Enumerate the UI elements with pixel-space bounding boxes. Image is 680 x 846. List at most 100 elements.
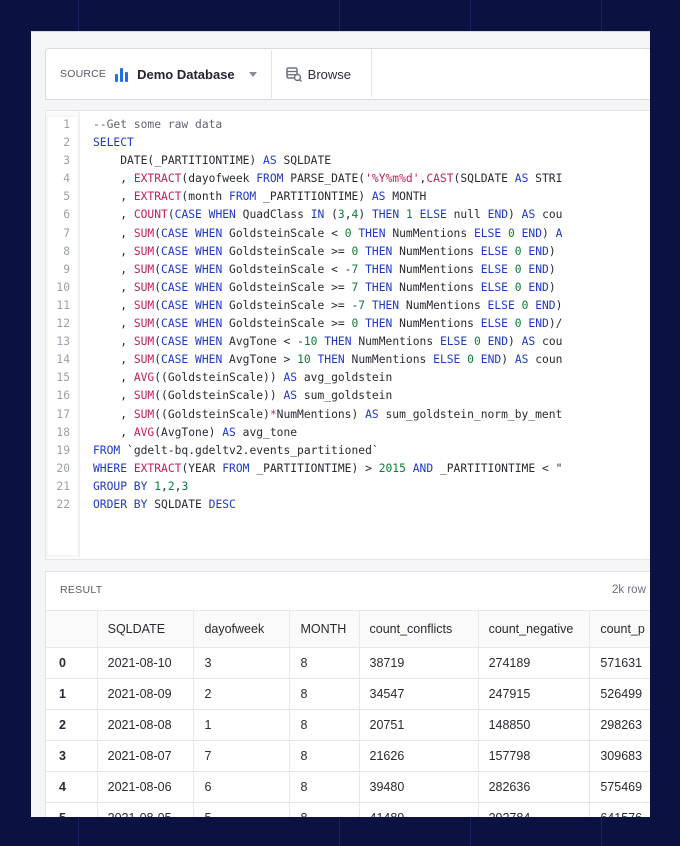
table-cell: 2021-08-05	[97, 802, 195, 817]
code-line[interactable]: 18 , AVG(AvgTone) AS avg_tone	[46, 424, 562, 442]
column-header[interactable]: count_p	[589, 611, 650, 648]
code-line[interactable]: 11 , SUM(CASE WHEN GoldsteinScale >= -7 …	[46, 297, 562, 315]
code-token: SUM	[133, 280, 155, 294]
table-row[interactable]: 52021-08-055841489292784641576	[46, 802, 650, 817]
table-cell: 20751	[359, 709, 479, 741]
code-token: ELSE	[439, 335, 468, 349]
code-line[interactable]: 14 , SUM(CASE WHEN AvgTone > 10 THEN Num…	[46, 351, 562, 369]
table-cell: 157798	[478, 740, 591, 772]
code-token: AS	[521, 208, 536, 222]
code-token: SQLDATE	[276, 154, 332, 168]
line-number: 11	[56, 298, 70, 312]
code-token: DATE(_PARTITIONTIME)	[93, 154, 264, 168]
code-line[interactable]: 4 , EXTRACT(dayofweek FROM PARSE_DATE('%…	[46, 170, 562, 188]
table-header-row: SQLDATE dayofweek MONTH count_conflicts coun…	[46, 611, 650, 648]
table-cell: 39480	[359, 771, 479, 803]
code-line[interactable]: 10 , SUM(CASE WHEN GoldsteinScale >= 7 T…	[46, 279, 562, 297]
result-header: RESULT 2k row	[46, 572, 650, 611]
table-cell: 274189	[478, 647, 591, 679]
table-row[interactable]: 0 2021-08-10 3 8 38719 274189 571631	[46, 647, 650, 679]
column-header[interactable]: count_negative	[478, 611, 591, 648]
code-token: AS	[222, 425, 236, 439]
line-number: 2	[63, 136, 70, 150]
code-token: (	[154, 353, 162, 367]
code-token: NumMentions	[385, 226, 474, 240]
browse-table-icon[interactable]	[285, 66, 302, 83]
database-selector[interactable]: Demo Database	[137, 67, 235, 82]
code-line[interactable]: 21 GROUP BY 1,2,3	[46, 478, 562, 496]
code-token: SUM	[133, 335, 155, 349]
column-header[interactable]: MONTH	[289, 611, 360, 648]
code-line[interactable]: 17 , SUM((GoldsteinScale)*NumMentions) A…	[46, 406, 562, 424]
code-token: ELSE	[487, 298, 515, 312]
code-token: THEN	[317, 353, 345, 367]
code-token: A	[555, 226, 563, 240]
table-cell: 8	[289, 647, 360, 679]
chevron-down-icon[interactable]	[248, 71, 257, 77]
code-token: FROM	[229, 190, 257, 204]
code-token: ,	[93, 335, 134, 349]
table-row[interactable]: 3 2021-08-07 7 8 21626 157798 309683	[46, 740, 650, 772]
code-token: ((GoldsteinScale))	[154, 389, 284, 403]
code-line[interactable]: 7 , SUM(CASE WHEN GoldsteinScale < 0 THE…	[46, 225, 562, 243]
line-number: 17	[56, 407, 70, 421]
table-cell: 298263	[589, 709, 650, 741]
code-token: SUM	[133, 353, 155, 367]
code-line[interactable]: 2 SELECT	[46, 134, 562, 152]
code-token: FROM	[256, 172, 284, 186]
code-token: ,	[93, 389, 134, 403]
table-row[interactable]: 2 2021-08-08 1 8 20751 148850 298263	[46, 709, 650, 741]
code-line[interactable]: 16 , SUM((GoldsteinScale)) AS sum_goldst…	[46, 387, 562, 405]
code-line[interactable]: 12 , SUM(CASE WHEN GoldsteinScale >= 0 T…	[46, 315, 562, 333]
code-lines: 1 --Get some raw data 2 SELECT 3 DATE(_PARTI…	[46, 116, 562, 514]
code-token: SUM	[133, 407, 155, 421]
table-cell: 2021-08-06	[97, 771, 195, 803]
code-token: GoldsteinScale >= -	[222, 298, 359, 312]
code-line[interactable]: 1 --Get some raw data	[46, 116, 562, 134]
code-line[interactable]: 13 , SUM(CASE WHEN AvgTone < -10 THEN Nu…	[46, 333, 562, 351]
table-cell: 2021-08-10	[97, 647, 195, 679]
code-token: IN	[310, 208, 325, 222]
code-token: THEN	[365, 317, 393, 331]
code-token: ,	[93, 425, 134, 439]
table-cell: 8	[289, 709, 360, 741]
table-cell: 148850	[478, 709, 591, 741]
code-token: 2	[167, 479, 175, 493]
column-header[interactable]: count_conflicts	[359, 611, 479, 648]
code-token: MONTH	[385, 190, 427, 204]
column-header[interactable]: dayofweek	[193, 611, 291, 648]
code-token: sum_goldstein_norm_by_ment	[378, 407, 563, 421]
code-token: END	[487, 208, 509, 222]
code-line[interactable]: 22 ORDER BY SQLDATE DESC	[46, 496, 562, 514]
code-line[interactable]: 9 , SUM(CASE WHEN GoldsteinScale < -7 TH…	[46, 261, 562, 279]
code-token: CASE WHEN	[161, 317, 223, 331]
code-line[interactable]: 3 DATE(_PARTITIONTIME) AS SQLDATE	[46, 152, 562, 170]
code-token: ,	[93, 226, 134, 240]
code-line[interactable]: 6 , COUNT(CASE WHEN QuadClass IN (3,4) T…	[46, 206, 562, 224]
column-header[interactable]	[46, 611, 98, 648]
code-token: GoldsteinScale >=	[222, 317, 352, 331]
code-token: THEN	[324, 335, 352, 349]
code-line[interactable]: 15 , AVG((GoldsteinScale)) AS avg_goldst…	[46, 369, 562, 387]
code-token: END	[528, 244, 549, 258]
browse-button[interactable]: Browse	[308, 67, 351, 82]
code-line[interactable]: 20 WHERE EXTRACT(YEAR FROM _PARTITIONTIME…	[46, 460, 562, 478]
sql-editor[interactable]: 1 --Get some raw data 2 SELECT 3 DATE(_PARTI…	[45, 110, 650, 560]
code-line[interactable]: 19 FROM `gdelt-bq.gdeltv2.events_partitio…	[46, 442, 562, 460]
code-token: (	[167, 208, 175, 222]
column-header[interactable]: SQLDATE	[97, 611, 195, 648]
code-line[interactable]: 5 , EXTRACT(month FROM _PARTITIONTIME) A…	[46, 188, 562, 206]
row-index: 1	[46, 678, 98, 710]
code-token: (AvgTone)	[154, 425, 223, 439]
table-row[interactable]: 4 2021-08-06 6 8 39480 282636 575469	[46, 771, 650, 803]
line-number: 10	[56, 280, 70, 294]
table-row[interactable]: 1 2021-08-09 2 8 34547 247915 526499	[46, 678, 650, 710]
table-cell: 526499	[589, 678, 650, 710]
code-line[interactable]: 8 , SUM(CASE WHEN GoldsteinScale >= 0 TH…	[46, 243, 562, 261]
code-token: SQLDATE	[147, 497, 209, 511]
code-token: CAST	[426, 172, 454, 186]
code-token: CASE WHEN	[161, 280, 223, 294]
table-cell: 575469	[589, 771, 650, 803]
